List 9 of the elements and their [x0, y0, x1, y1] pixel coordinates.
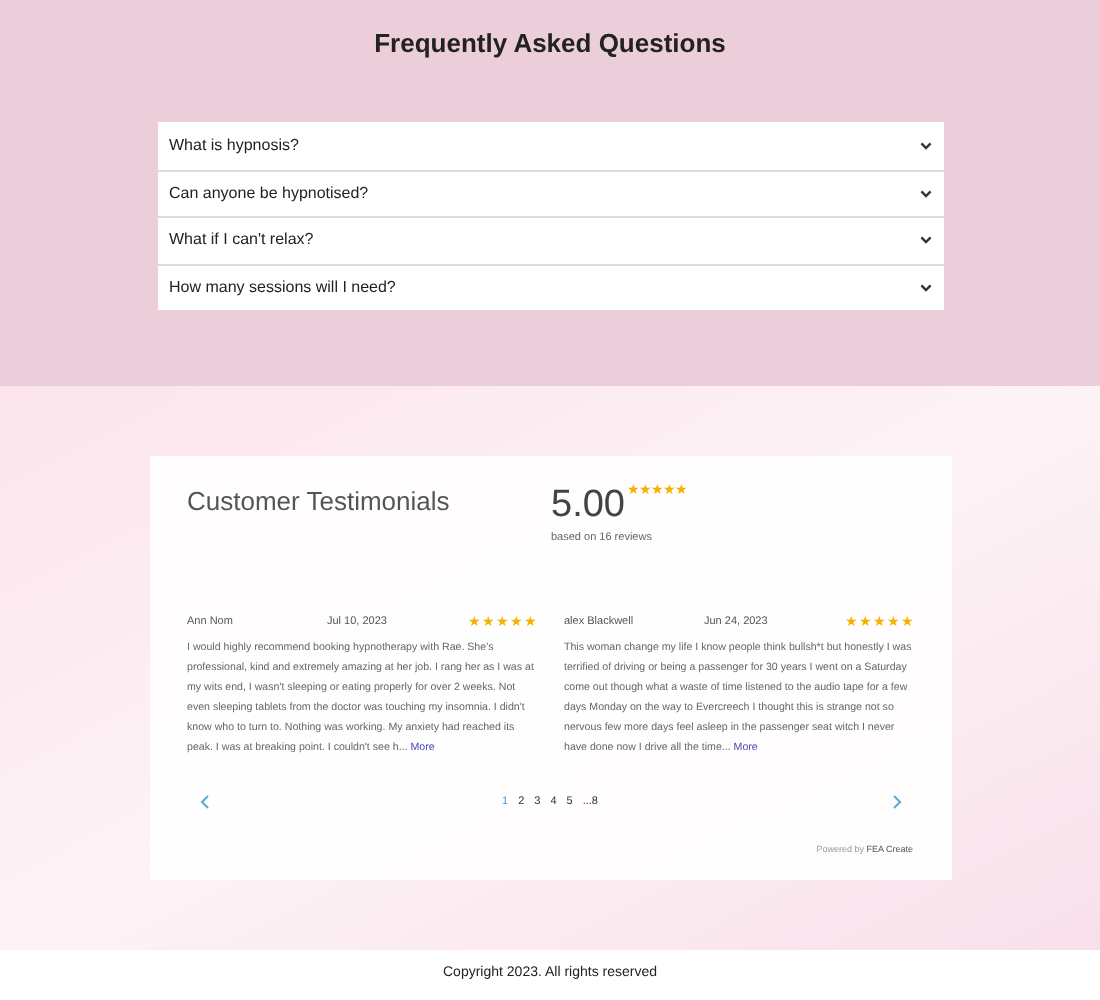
chevron-down-icon [919, 189, 931, 198]
section-title: Frequently Asked Questions [372, 26, 728, 62]
previous-icon[interactable] [199, 794, 209, 811]
chevron-down-icon [919, 236, 931, 245]
rating-value: 5.00 [551, 484, 625, 528]
chevron-down-icon [919, 141, 931, 150]
next-icon[interactable] [891, 794, 901, 811]
chevron-down-icon [919, 283, 931, 292]
testimonials-title: Customer Testimonials [187, 484, 452, 520]
